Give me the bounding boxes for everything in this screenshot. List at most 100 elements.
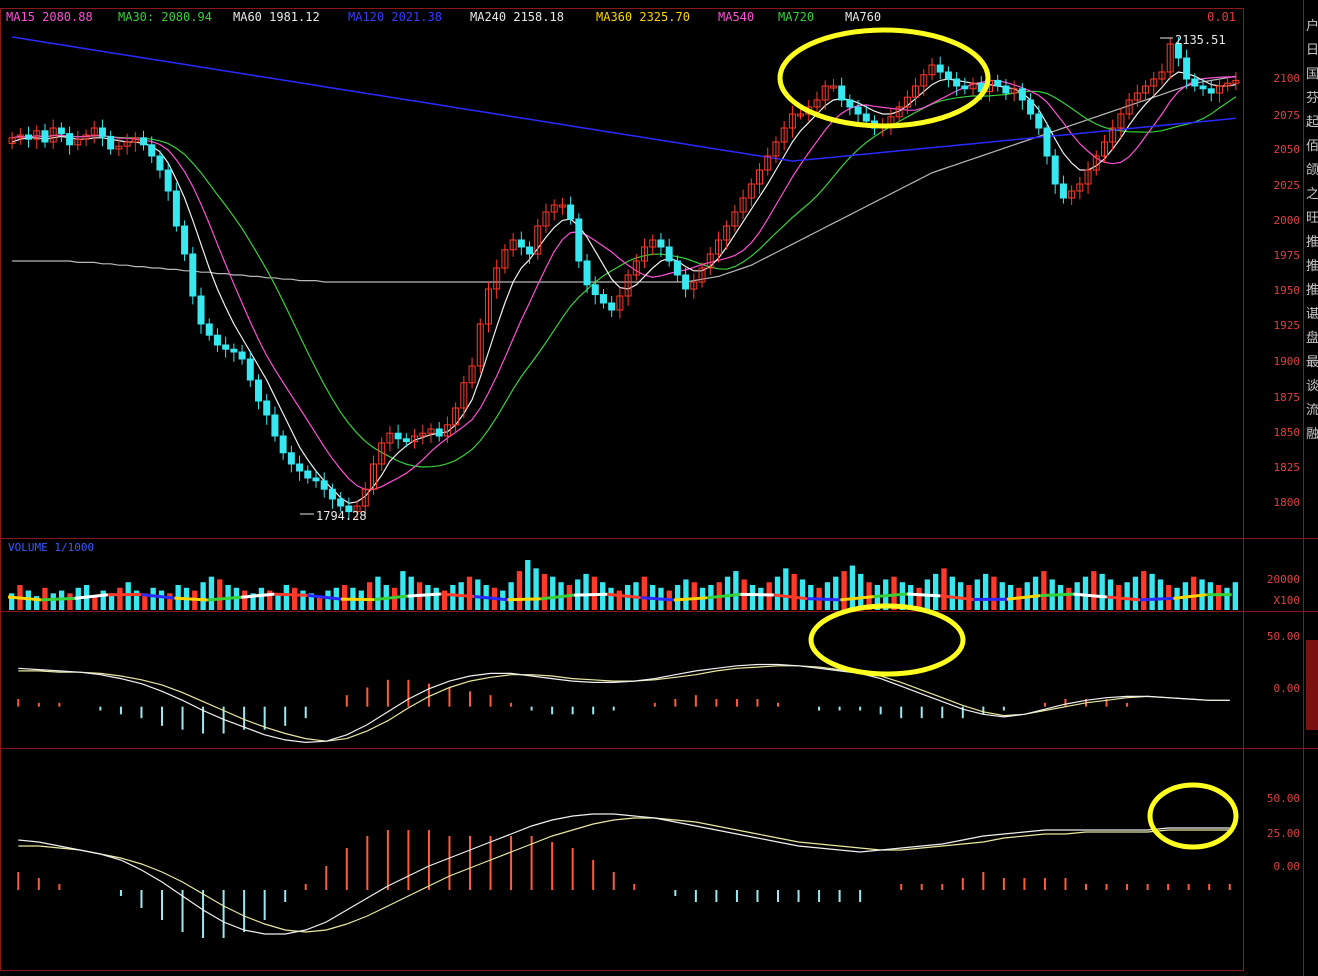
- volume-bar: [408, 576, 414, 610]
- volume-bar: [158, 590, 165, 610]
- volume-bar: [600, 582, 606, 610]
- volume-bar: [608, 587, 614, 610]
- candle-down: [25, 134, 33, 140]
- ma-label-7: MA720: [778, 10, 814, 24]
- candle-down: [320, 480, 328, 490]
- volume-bar: [1224, 587, 1230, 610]
- volume-bar: [475, 579, 481, 610]
- high-annotation: 2135.51: [1175, 33, 1226, 47]
- candle-down: [862, 113, 870, 122]
- macd2-tick-label: 25.00: [1267, 827, 1300, 840]
- volume-ma-segment: [174, 596, 208, 602]
- candle-down: [337, 498, 345, 507]
- volume-bar: [300, 590, 306, 610]
- volume-bar: [466, 576, 473, 610]
- volume-bar: [858, 573, 864, 610]
- volume-ma-segment: [740, 592, 774, 597]
- volume-bar: [1216, 585, 1222, 610]
- volume-bar: [92, 596, 98, 610]
- volume-bar: [758, 587, 764, 610]
- candle-down: [567, 204, 575, 220]
- candle-down: [682, 274, 690, 290]
- stock-chart: MA15 2080.88 MA30: 2080.94 MA60 1981.12 MA1…: [0, 0, 1318, 976]
- candle-down: [1059, 183, 1067, 199]
- candle-down: [394, 432, 402, 440]
- volume-bar: [824, 582, 831, 610]
- volume-bar: [242, 590, 248, 610]
- side-char: 日: [1306, 43, 1318, 58]
- candle-down: [230, 348, 238, 353]
- candle-down: [263, 400, 271, 416]
- volume-bar: [616, 590, 622, 610]
- volume-ma-segment: [807, 597, 841, 602]
- volume-bar: [1132, 576, 1139, 610]
- volume-bar: [957, 582, 964, 610]
- side-char: 谈: [1306, 379, 1318, 394]
- volume-bar: [1066, 587, 1072, 610]
- candle-down: [665, 246, 673, 262]
- volume-bar: [117, 587, 123, 610]
- price-tick-label: 2075: [1274, 109, 1301, 122]
- price-tick-label: 1975: [1274, 249, 1301, 262]
- candle-down: [197, 295, 205, 325]
- volume-bar: [283, 585, 290, 610]
- volume-bar: [1032, 576, 1039, 610]
- axis-labels: 2100 2075 2050 2025 2000 1975 1950 1925 1900 1875…: [1267, 72, 1300, 873]
- volume-bar: [150, 587, 156, 610]
- dif-line: [18, 663, 1230, 744]
- candle-down: [238, 351, 246, 360]
- volume-bar: [641, 576, 647, 610]
- volume-bar: [208, 576, 215, 610]
- volume-bar: [167, 593, 173, 610]
- candle-down: [41, 130, 49, 143]
- ma-label-0: MA15 2080.88: [6, 10, 93, 24]
- volume-ma-segment: [407, 592, 441, 598]
- price-tick-label: 2000: [1274, 214, 1301, 227]
- volume-bar: [516, 571, 523, 610]
- candle-down: [312, 477, 320, 482]
- outer-frame: [0, 8, 1244, 971]
- candle-down: [953, 78, 961, 87]
- candle-down: [156, 155, 164, 171]
- volume-bar: [974, 579, 980, 610]
- volume-bar: [541, 573, 548, 610]
- price-tick-label: 1925: [1274, 319, 1301, 332]
- candle-down: [961, 85, 969, 90]
- volume-bar: [1041, 571, 1047, 610]
- candle-down: [575, 218, 583, 262]
- candle-down: [583, 260, 591, 286]
- volume-bar: [550, 576, 556, 610]
- candle-down: [255, 379, 263, 402]
- candle-down: [846, 99, 854, 108]
- macd1-tick-label: 50.00: [1267, 630, 1300, 643]
- price-tick-label: 1800: [1274, 496, 1301, 509]
- volume-ma-segment: [41, 596, 75, 602]
- side-char: 佰: [1306, 139, 1318, 154]
- volume-bar: [533, 568, 539, 610]
- candle-down: [57, 127, 65, 135]
- side-char: 推: [1306, 283, 1318, 298]
- volume-bar: [258, 587, 265, 610]
- candle-down: [271, 414, 279, 437]
- volume-tick-label: X100: [1274, 594, 1301, 607]
- candle-down: [517, 239, 525, 248]
- candle-down: [1191, 78, 1199, 87]
- macd1-panel: [17, 663, 1230, 744]
- price-tick-label: 2100: [1274, 72, 1301, 85]
- volume-tick-label: 20000: [1267, 573, 1300, 586]
- price-tick-label: 1825: [1274, 461, 1301, 474]
- volume-bar: [1091, 571, 1097, 610]
- candle-down: [994, 79, 1002, 87]
- side-char: 谌: [1306, 307, 1318, 322]
- side-char: 最: [1306, 355, 1318, 370]
- volume-bar: [1107, 579, 1114, 610]
- candle-down: [246, 358, 254, 381]
- candle-down: [1035, 113, 1043, 129]
- highlight-circle-bottom: [1147, 782, 1239, 850]
- volume-bar: [325, 590, 331, 610]
- side-char: 之: [1306, 187, 1318, 202]
- volume-ma-segment: [574, 592, 608, 597]
- volume-bar: [749, 585, 756, 610]
- candle-down: [673, 260, 681, 276]
- price-tick-label: 1850: [1274, 426, 1301, 439]
